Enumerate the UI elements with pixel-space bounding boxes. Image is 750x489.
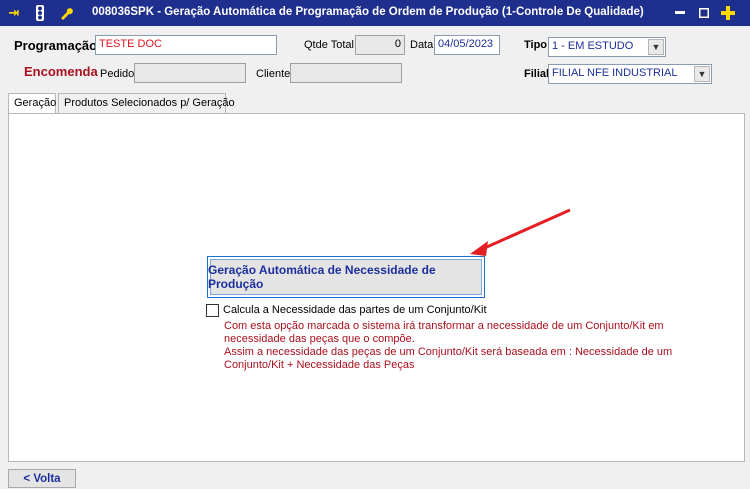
tipo-select[interactable]: 1 - EM ESTUDO ▼ (548, 37, 666, 57)
data-label: Data (410, 39, 434, 51)
traffic-light-icon[interactable] (32, 5, 48, 21)
chevron-down-icon[interactable]: ▼ (648, 39, 664, 55)
qtde-total-field: 0 (355, 35, 405, 55)
minimize-icon[interactable] (672, 5, 688, 21)
chevron-down-icon[interactable]: ▼ (694, 66, 710, 82)
cliente-label: Cliente (256, 68, 291, 80)
tab-panel-geracao: Geração Automática de Necessidade de Pro… (8, 113, 745, 462)
filial-selected-value: FILIAL NFE INDUSTRIAL (552, 67, 678, 79)
generate-necessity-button[interactable]: Geração Automática de Necessidade de Pro… (207, 256, 485, 298)
tipo-label: Tipo (524, 39, 548, 51)
cliente-field (290, 63, 402, 83)
maximize-icon[interactable] (696, 5, 712, 21)
conjunto-kit-checkbox[interactable] (206, 304, 219, 317)
data-input[interactable]: 04/05/2023 (434, 35, 500, 55)
programacao-label: Programação (14, 38, 98, 53)
conjunto-kit-help-text: Com esta opção marcada o sistema irá tra… (224, 320, 673, 372)
help-line: Assim a necessidade das peças de um Conj… (224, 346, 673, 358)
add-icon[interactable] (720, 5, 736, 21)
back-button[interactable]: < Volta (8, 469, 76, 488)
help-line: Com esta opção marcada o sistema irá tra… (224, 320, 664, 332)
programacao-input[interactable]: TESTE DOC (95, 35, 277, 55)
help-line: Conjunto/Kit + Necessidade das Peças (224, 359, 415, 371)
encomenda-label: Encomenda (24, 64, 98, 79)
pedido-field (134, 63, 246, 83)
help-line: necessidade das peças que o compõe. (224, 333, 415, 345)
header-panel: Programação TESTE DOC Qtde Total 0 Data … (4, 30, 720, 88)
qtde-total-label: Qtde Total (304, 39, 354, 51)
tipo-selected-value: 1 - EM ESTUDO (552, 40, 634, 52)
exit-icon[interactable]: ⇥ (6, 5, 22, 21)
wrench-icon[interactable] (58, 5, 74, 21)
filial-label: Filial (524, 68, 550, 80)
main-window: Programação TESTE DOC Qtde Total 0 Data … (0, 26, 750, 489)
tab-produtos-selecionados[interactable]: Produtos Selecionados p/ Geração (58, 93, 235, 113)
title-bar: ⇥ 008036SPK - Geração Automática de Prog… (0, 0, 750, 26)
filial-select[interactable]: FILIAL NFE INDUSTRIAL ▼ (548, 64, 712, 84)
pedido-label: Pedido (100, 68, 135, 80)
conjunto-kit-checkbox-label[interactable]: Calcula a Necessidade das partes de um C… (223, 304, 487, 316)
window-title: 008036SPK - Geração Automática de Progra… (92, 6, 644, 18)
tab-geracao[interactable]: Geração (8, 93, 56, 114)
